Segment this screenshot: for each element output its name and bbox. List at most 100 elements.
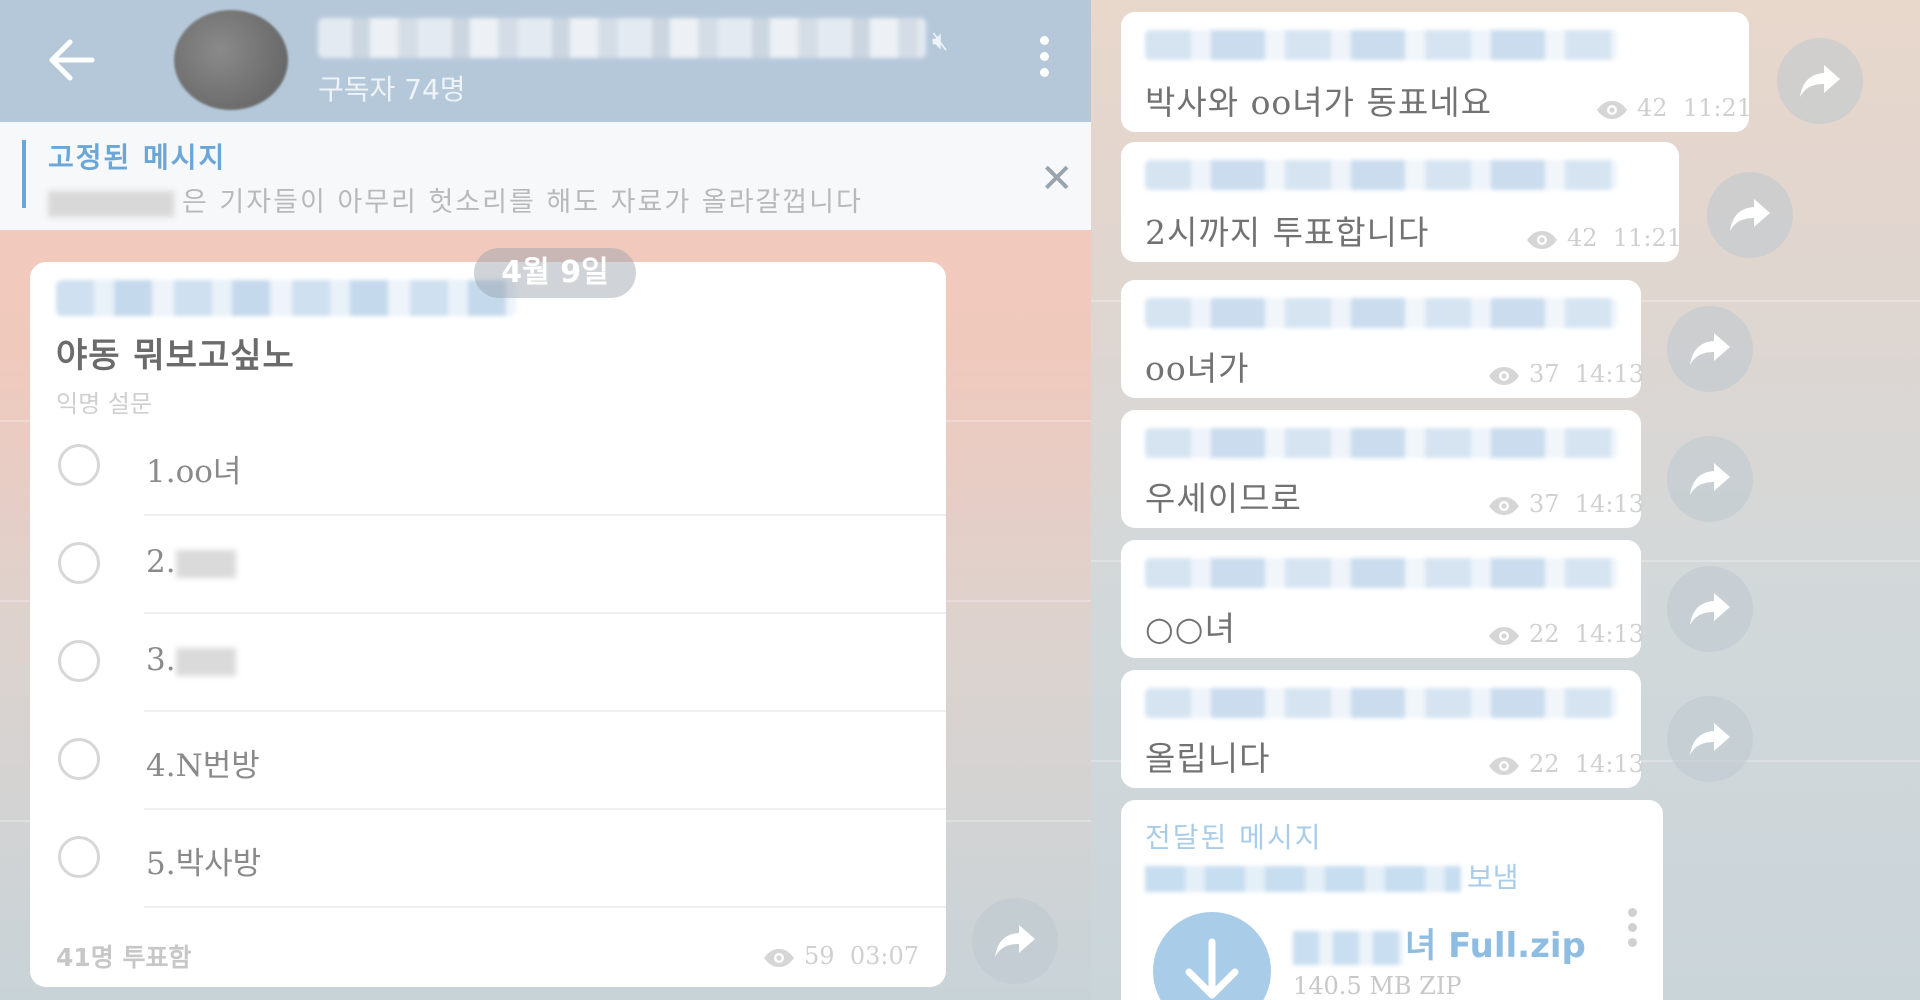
poll-option-label: 4.N번방 (146, 748, 260, 784)
poll-option[interactable]: 5.박사방 (30, 810, 946, 908)
message-meta: 22 14:13 (1487, 750, 1644, 778)
message-author-blurred (1145, 30, 1617, 60)
view-count: 42 (1567, 224, 1598, 252)
message-bubble: 2시까지 투표합니다 42 11:21 (1121, 142, 1682, 262)
pinned-preview: 은 기자들이 아무리 헛소리를 해도 자료가 올라갈껍니다 (48, 180, 863, 219)
poll-type-label: 익명 설문 (56, 390, 152, 418)
message-time: 14:13 (1574, 490, 1644, 518)
forward-button[interactable] (1667, 306, 1753, 392)
forward-button[interactable] (1777, 38, 1863, 124)
pinned-indicator (22, 140, 26, 208)
message-meta: 42 11:21 (1525, 224, 1682, 252)
chat-header: 🔇︎ 구독자 74명 (0, 0, 1091, 122)
forwarded-label: 전달된 메시지 (1145, 821, 1323, 854)
message-meta: 22 14:13 (1487, 620, 1644, 648)
eye-icon (764, 948, 794, 967)
share-arrow-icon (1690, 723, 1730, 755)
message-time: 11:21 (1682, 94, 1752, 122)
poll-option-label: 1.oo녀 (146, 454, 242, 490)
poll-option-label: 2. (146, 544, 236, 580)
file-options-icon[interactable] (1625, 908, 1639, 952)
forward-button[interactable] (1667, 696, 1753, 782)
message-time: 03:07 (849, 942, 919, 970)
poll-option[interactable]: 1.oo녀 (30, 418, 946, 516)
more-options-icon[interactable] (1034, 36, 1054, 86)
redacted-name (48, 190, 174, 217)
poll-question: 야동 뭐보고싶노 (56, 336, 295, 376)
share-arrow-icon (1690, 463, 1730, 495)
message-bubble: 올립니다 22 14:13 (1121, 670, 1644, 788)
poll-vote-count: 41명 투표함 (56, 943, 192, 972)
message-text: ○○녀 (1145, 609, 1236, 648)
eye-icon (1527, 230, 1557, 249)
view-count: 42 (1637, 94, 1668, 122)
forward-button[interactable] (1667, 566, 1753, 652)
back-arrow-icon[interactable] (48, 38, 96, 82)
redacted-text (1293, 930, 1403, 965)
message-meta: 59 03:07 (762, 942, 919, 970)
forward-button[interactable] (1707, 172, 1793, 258)
message-text: 올립니다 (1145, 739, 1271, 778)
forward-button[interactable] (1667, 436, 1753, 522)
redacted-text (175, 549, 236, 578)
poll-option-label: 3. (146, 642, 236, 678)
message-author-blurred (1145, 558, 1617, 588)
channel-chat-panel: 🔇︎ 구독자 74명 고정된 메시지 은 기자들이 아무리 헛소리를 해도 자료… (0, 0, 1091, 1000)
message-time: 14:13 (1574, 360, 1644, 388)
message-bubble: 우세이므로 37 14:13 (1121, 410, 1644, 528)
radio-button[interactable] (58, 444, 100, 486)
message-text: 2시까지 투표합니다 (1145, 213, 1430, 252)
view-count: 59 (804, 942, 835, 970)
pinned-message-bar[interactable]: 고정된 메시지 은 기자들이 아무리 헛소리를 해도 자료가 올라갈껍니다 ✕ (0, 122, 1091, 230)
share-arrow-icon (1730, 199, 1770, 231)
file-size: 140.5 MB ZIP (1293, 972, 1462, 1000)
eye-icon (1489, 756, 1519, 775)
message-time: 14:13 (1574, 750, 1644, 778)
poll-message: 야동 뭐보고싶노 익명 설문 1.oo녀 2. 3. 4.N번방 5.박사방 4 (30, 262, 946, 987)
view-count: 22 (1529, 620, 1560, 648)
poll-option[interactable]: 3. (30, 614, 946, 712)
forwarded-file-message: 전달된 메시지 보냄 녀 Full.zip 140.5 MB ZIP (1121, 800, 1663, 1000)
channel-title-blurred[interactable] (318, 18, 926, 58)
message-author-blurred (1145, 428, 1617, 458)
forwarded-from: 보냄 (1145, 856, 1519, 896)
eye-icon (1489, 366, 1519, 385)
download-arrow-icon (1185, 938, 1239, 999)
poll-option[interactable]: 2. (30, 516, 946, 614)
view-count: 37 (1529, 360, 1560, 388)
message-meta: 42 11:21 (1595, 94, 1752, 122)
radio-button[interactable] (58, 738, 100, 780)
forward-button[interactable] (972, 898, 1058, 984)
message-meta: 37 14:13 (1487, 360, 1644, 388)
share-arrow-icon (995, 925, 1035, 957)
channel-avatar[interactable] (174, 10, 288, 110)
redacted-sender (1145, 866, 1461, 892)
redacted-text (175, 647, 236, 676)
message-text: oo녀가 (1145, 349, 1250, 388)
message-author-blurred (1145, 688, 1617, 718)
file-name-text: 녀 Full.zip (1405, 926, 1586, 966)
eye-icon (1489, 496, 1519, 515)
poll-option[interactable]: 4.N번방 (30, 712, 946, 810)
file-name: 녀 Full.zip (1293, 918, 1586, 967)
message-meta: 37 14:13 (1487, 490, 1644, 518)
poll-option-label: 5.박사방 (146, 846, 262, 882)
eye-icon (1597, 100, 1627, 119)
subscriber-count: 구독자 74명 (318, 73, 466, 106)
poll-option-number: 2. (146, 544, 176, 580)
radio-button[interactable] (58, 640, 100, 682)
poll-author-blurred (56, 280, 516, 316)
radio-button[interactable] (58, 542, 100, 584)
share-arrow-icon (1690, 593, 1730, 625)
date-separator: 4월 9일 (474, 248, 636, 298)
message-bubble: 박사와 oo녀가 동표네요 42 11:21 (1121, 12, 1752, 132)
radio-button[interactable] (58, 836, 100, 878)
view-count: 22 (1529, 750, 1560, 778)
close-icon[interactable]: ✕ (1040, 156, 1074, 202)
message-bubble: ○○녀 22 14:13 (1121, 540, 1644, 658)
pinned-preview-text: 은 기자들이 아무리 헛소리를 해도 자료가 올라갈껍니다 (182, 187, 863, 218)
download-button[interactable] (1153, 912, 1271, 1000)
message-time: 14:13 (1574, 620, 1644, 648)
muted-icon: 🔇︎ (932, 26, 949, 56)
pinned-title: 고정된 메시지 (48, 141, 227, 174)
